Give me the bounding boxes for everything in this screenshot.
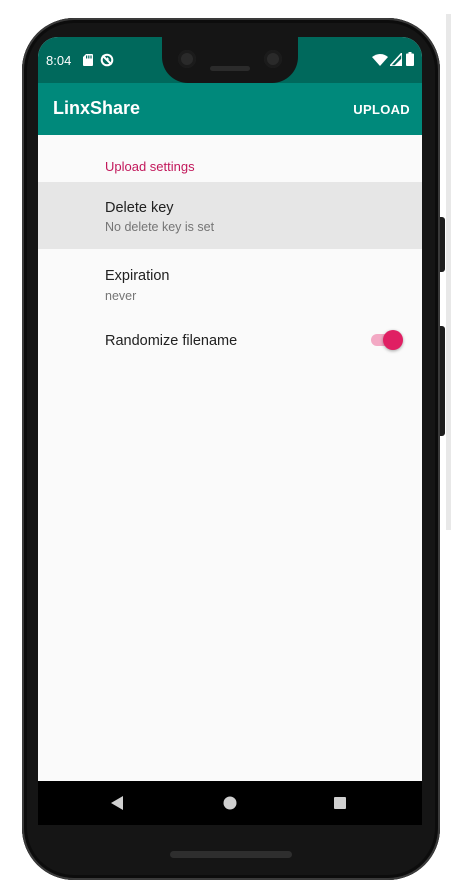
back-button[interactable]	[96, 781, 140, 825]
navigation-bar	[38, 781, 422, 825]
phone-bottom-grille	[170, 851, 292, 858]
home-button[interactable]	[208, 781, 252, 825]
pref-summary: never	[105, 289, 137, 303]
front-camera	[178, 50, 196, 68]
battery-icon	[406, 52, 414, 66]
background-strip	[446, 14, 451, 530]
upload-button[interactable]: UPLOAD	[353, 102, 410, 117]
pref-delete-key[interactable]: Delete key No delete key is set	[38, 182, 422, 249]
pref-expiration[interactable]: Expiration never	[38, 249, 422, 317]
recents-button[interactable]	[318, 781, 362, 825]
switch-thumb	[383, 330, 403, 350]
back-icon	[111, 796, 123, 810]
pref-randomize-filename[interactable]: Randomize filename	[38, 317, 422, 369]
camera-notch	[162, 37, 298, 83]
volume-button	[440, 217, 445, 272]
home-icon	[223, 796, 237, 810]
randomize-filename-switch[interactable]	[369, 330, 403, 350]
pref-title: Delete key	[105, 200, 174, 216]
front-sensor	[264, 50, 282, 68]
app-bar: LinxShare UPLOAD	[38, 83, 422, 135]
power-button	[440, 326, 445, 436]
pref-title: Expiration	[105, 268, 170, 284]
pref-summary: No delete key is set	[105, 220, 215, 234]
recents-icon	[334, 797, 346, 809]
pref-title: Randomize filename	[105, 333, 238, 349]
earpiece-speaker	[210, 66, 250, 71]
sd-card-icon	[83, 54, 93, 66]
wifi-icon	[372, 54, 388, 66]
category-upload-settings: Upload settings	[105, 159, 195, 174]
cellular-signal-icon	[390, 53, 402, 66]
status-time: 8:04	[46, 53, 72, 68]
app-title: LinxShare	[53, 98, 141, 118]
device-screen: 8:04 LinxShare UPLOAD Upload settings De…	[38, 37, 422, 825]
sync-off-icon	[100, 53, 114, 67]
status-bar: 8:04	[38, 37, 422, 83]
